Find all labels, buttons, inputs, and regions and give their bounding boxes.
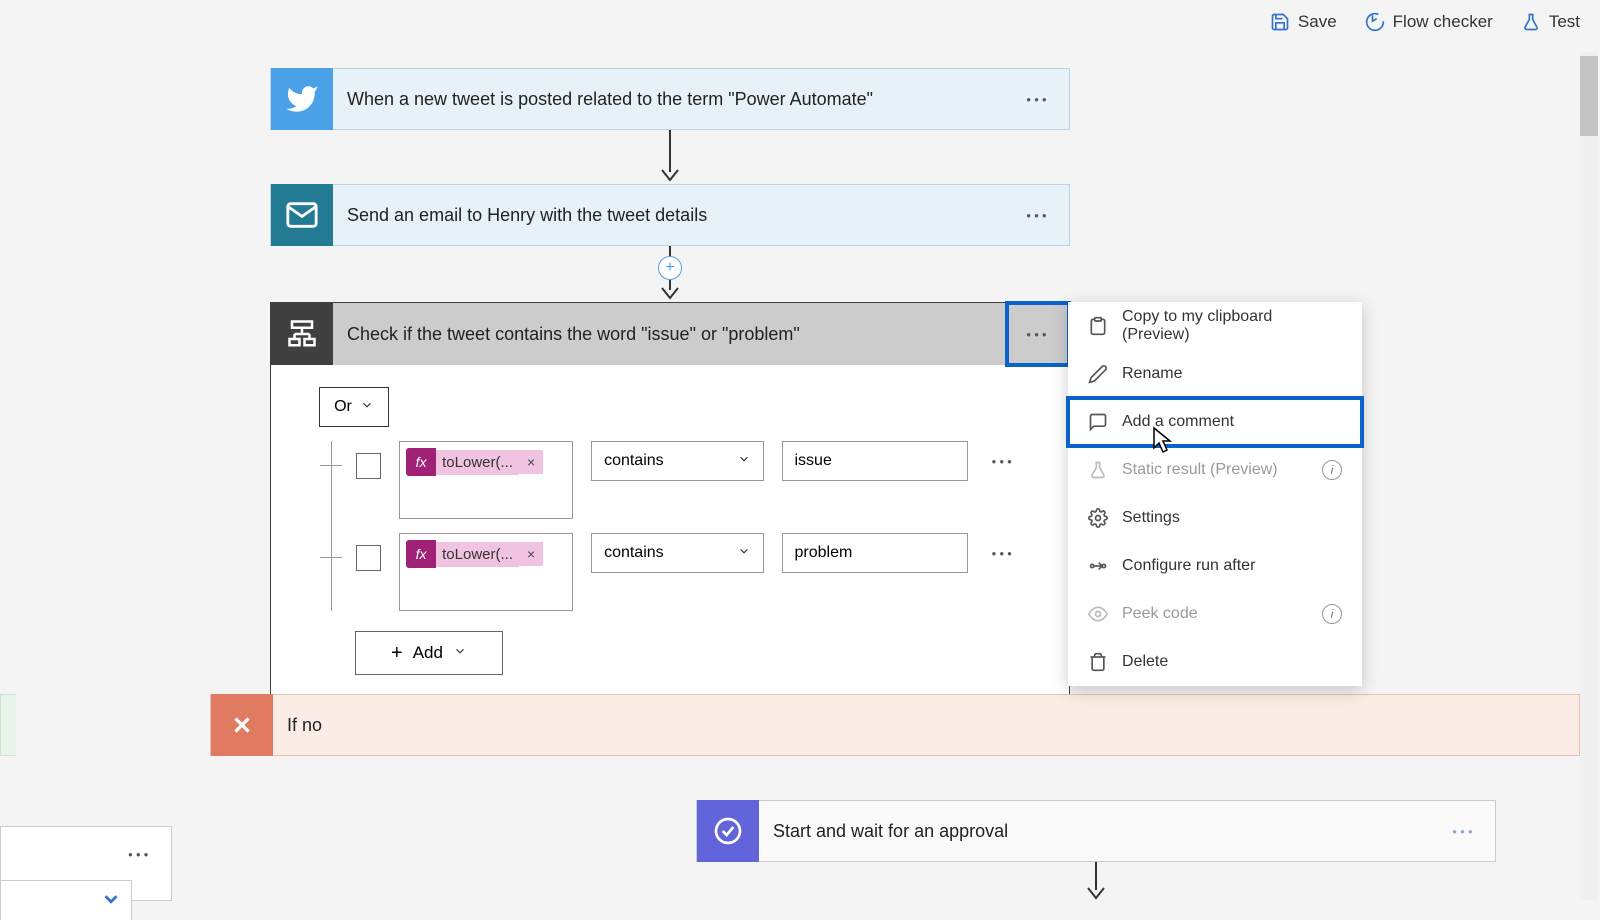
email-menu-button[interactable]: ●●● (1007, 184, 1069, 246)
flow-checker-label: Flow checker (1393, 12, 1493, 32)
trigger-step[interactable]: When a new tweet is posted related to th… (270, 68, 1070, 130)
if-no-title: If no (273, 715, 1579, 736)
menu-peek-label: Peek code (1122, 605, 1198, 623)
clipboard-icon (1088, 316, 1108, 336)
twitter-icon (271, 68, 333, 130)
condition-menu-button[interactable]: ●●● (1007, 303, 1069, 365)
info-icon[interactable]: i (1322, 460, 1342, 480)
comment-icon (1088, 412, 1108, 432)
condition-step: Check if the tweet contains the word "is… (270, 302, 1070, 704)
email-title: Send an email to Henry with the tweet de… (333, 205, 1007, 226)
arrow-connector (658, 130, 682, 184)
logic-label: Or (334, 398, 352, 416)
trigger-title: When a new tweet is posted related to th… (333, 89, 1007, 110)
menu-settings-label: Settings (1122, 509, 1180, 527)
row-checkbox[interactable] (356, 453, 381, 479)
condition-body: Or fx toLower(... × contains (271, 365, 1069, 703)
if-no-branch[interactable]: If no (210, 694, 1580, 756)
flask-icon (1088, 460, 1108, 480)
fx-icon: fx (406, 540, 436, 568)
add-label: Add (413, 643, 443, 663)
menu-static-label: Static result (Preview) (1122, 461, 1278, 479)
approval-icon (697, 800, 759, 862)
email-icon (271, 184, 333, 246)
save-label: Save (1298, 12, 1337, 32)
save-icon (1270, 12, 1290, 32)
menu-copy-label: Copy to my clipboard (Preview) (1122, 308, 1342, 344)
approval-title: Start and wait for an approval (759, 821, 1433, 842)
menu-settings[interactable]: Settings (1068, 494, 1362, 542)
row-checkbox[interactable] (356, 545, 381, 571)
fx-text: toLower(... (436, 542, 519, 567)
row-menu-button[interactable]: ●●● (986, 539, 1022, 568)
chevron-down-icon (360, 398, 374, 417)
operator-value: contains (604, 544, 664, 562)
operator-value: contains (604, 452, 664, 470)
chevron-down-icon (453, 643, 467, 663)
remove-token-button[interactable]: × (519, 542, 543, 566)
add-condition-button[interactable]: + Add (355, 631, 503, 675)
email-step[interactable]: Send an email to Henry with the tweet de… (270, 184, 1070, 246)
flask-icon (1521, 12, 1541, 32)
menu-copy[interactable]: Copy to my clipboard (Preview) (1068, 302, 1362, 350)
context-menu: Copy to my clipboard (Preview) Rename Ad… (1068, 302, 1362, 686)
vertical-scrollbar[interactable] (1580, 52, 1598, 900)
condition-title: Check if the tweet contains the word "is… (333, 324, 1007, 345)
condition-row: fx toLower(... × contains ●●● (332, 533, 1021, 611)
arrow-connector (1084, 862, 1108, 902)
approval-step[interactable]: Start and wait for an approval ●●● (696, 800, 1496, 862)
close-icon (211, 694, 273, 756)
menu-add-comment[interactable]: Add a comment (1068, 398, 1362, 446)
chevron-down-icon (737, 452, 751, 471)
expression-token: fx toLower(... × (406, 540, 543, 568)
menu-rename-label: Rename (1122, 365, 1182, 383)
condition-header[interactable]: Check if the tweet contains the word "is… (271, 303, 1069, 365)
run-after-icon (1088, 556, 1108, 576)
top-toolbar: Save Flow checker Test (1270, 0, 1580, 44)
menu-configure-run-after[interactable]: Configure run after (1068, 542, 1362, 590)
menu-delete[interactable]: Delete (1068, 638, 1362, 686)
condition-row: fx toLower(... × contains ●●● (332, 441, 1021, 519)
checker-icon (1365, 12, 1385, 32)
menu-configure-label: Configure run after (1122, 557, 1255, 575)
save-button[interactable]: Save (1270, 12, 1337, 32)
chevron-down-icon (737, 544, 751, 563)
menu-comment-label: Add a comment (1122, 413, 1234, 431)
test-label: Test (1549, 12, 1580, 32)
operator-select[interactable]: contains (591, 533, 763, 573)
info-icon[interactable]: i (1322, 604, 1342, 624)
value-input[interactable] (782, 533, 968, 573)
chevron-down-icon (100, 888, 122, 915)
menu-peek-code: Peek code i (1068, 590, 1362, 638)
flow-canvas: When a new tweet is posted related to th… (0, 50, 1600, 900)
expression-token: fx toLower(... × (406, 448, 543, 476)
menu-delete-label: Delete (1122, 653, 1168, 671)
approval-menu-button[interactable]: ●●● (1433, 800, 1495, 862)
value-input[interactable] (782, 441, 968, 481)
pencil-icon (1088, 364, 1108, 384)
gear-icon (1088, 508, 1108, 528)
expression-field[interactable]: fx toLower(... × (399, 441, 573, 519)
fx-text: toLower(... (436, 450, 519, 475)
trigger-menu-button[interactable]: ●●● (1007, 68, 1069, 130)
operator-select[interactable]: contains (591, 441, 763, 481)
remove-token-button[interactable]: × (519, 450, 543, 474)
fx-icon: fx (406, 448, 436, 476)
condition-icon (271, 303, 333, 365)
eye-icon (1088, 604, 1108, 624)
row-menu-button[interactable]: ●●● (986, 447, 1022, 476)
scrollbar-thumb[interactable] (1580, 56, 1598, 136)
test-button[interactable]: Test (1521, 12, 1580, 32)
partial-menu-button[interactable]: ●●● (128, 850, 152, 859)
flow-checker-button[interactable]: Flow checker (1365, 12, 1493, 32)
if-yes-branch-partial (0, 694, 16, 756)
expression-field[interactable]: fx toLower(... × (399, 533, 573, 611)
logic-selector[interactable]: Or (319, 387, 389, 427)
mouse-cursor (1148, 426, 1174, 461)
menu-static-result: Static result (Preview) i (1068, 446, 1362, 494)
menu-rename[interactable]: Rename (1068, 350, 1362, 398)
plus-icon: + (391, 642, 403, 665)
add-step-button[interactable]: + (658, 256, 682, 280)
trash-icon (1088, 652, 1108, 672)
